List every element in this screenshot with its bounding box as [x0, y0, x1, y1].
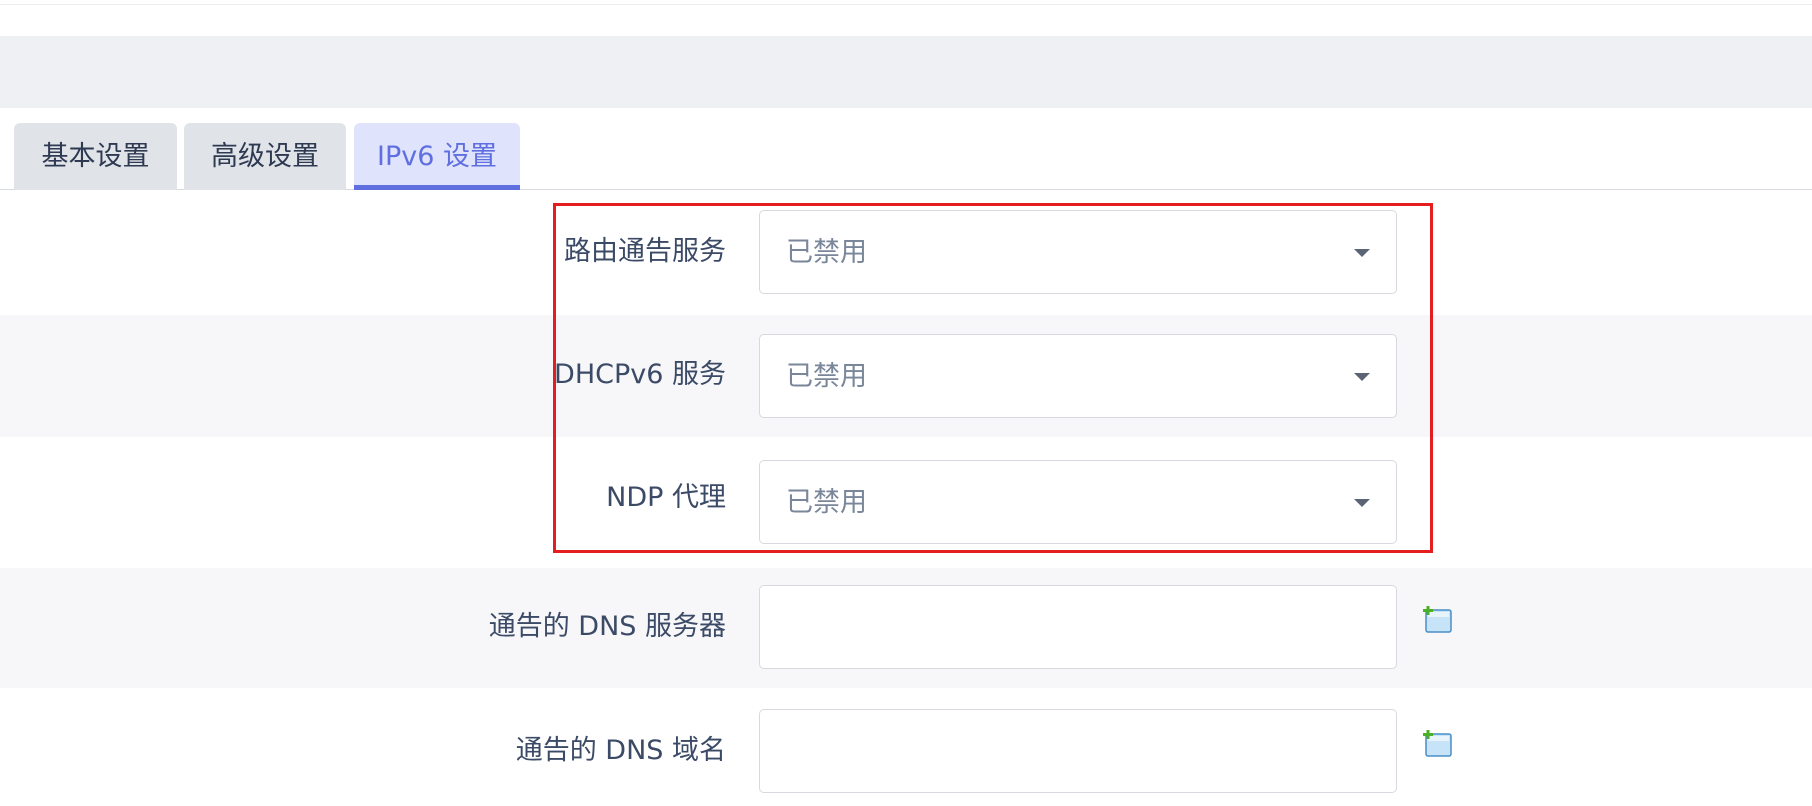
ndp-proxy-value: 已禁用: [786, 487, 867, 518]
dns-domains-input[interactable]: [759, 709, 1397, 793]
ra-service-label: 路由通告服务: [564, 236, 726, 267]
dns-domains-label: 通告的 DNS 域名: [515, 735, 726, 766]
dhcpv6-service-select[interactable]: 已禁用: [759, 334, 1397, 418]
dhcpv6-service-label: DHCPv6 服务: [554, 359, 726, 390]
ra-service-value: 已禁用: [786, 237, 867, 268]
dns-servers-label: 通告的 DNS 服务器: [488, 611, 726, 642]
form-row-ra-service: 路由通告服务 已禁用: [0, 191, 1812, 315]
add-item-icon[interactable]: [1423, 730, 1453, 758]
header-band: [0, 36, 1812, 108]
form-row-dhcpv6-service: DHCPv6 服务 已禁用: [0, 315, 1812, 437]
top-divider: [0, 4, 1812, 5]
tab-basic-settings[interactable]: 基本设置: [14, 123, 177, 190]
chevron-down-icon: [1354, 249, 1370, 257]
tab-bar: 基本设置 高级设置 IPv6 设置: [0, 123, 1812, 190]
chevron-down-icon: [1354, 373, 1370, 381]
tab-ipv6-settings[interactable]: IPv6 设置: [354, 123, 520, 190]
form-row-ndp-proxy: NDP 代理 已禁用: [0, 437, 1812, 568]
ndp-proxy-label: NDP 代理: [606, 482, 726, 513]
dhcpv6-service-value: 已禁用: [786, 361, 867, 392]
ndp-proxy-select[interactable]: 已禁用: [759, 460, 1397, 544]
form-row-dns-domains: 通告的 DNS 域名: [0, 688, 1812, 806]
add-item-icon[interactable]: [1423, 606, 1453, 634]
tab-advanced-settings[interactable]: 高级设置: [184, 123, 346, 190]
form-row-dns-servers: 通告的 DNS 服务器: [0, 568, 1812, 688]
chevron-down-icon: [1354, 499, 1370, 507]
dns-servers-input[interactable]: [759, 585, 1397, 669]
ra-service-select[interactable]: 已禁用: [759, 210, 1397, 294]
